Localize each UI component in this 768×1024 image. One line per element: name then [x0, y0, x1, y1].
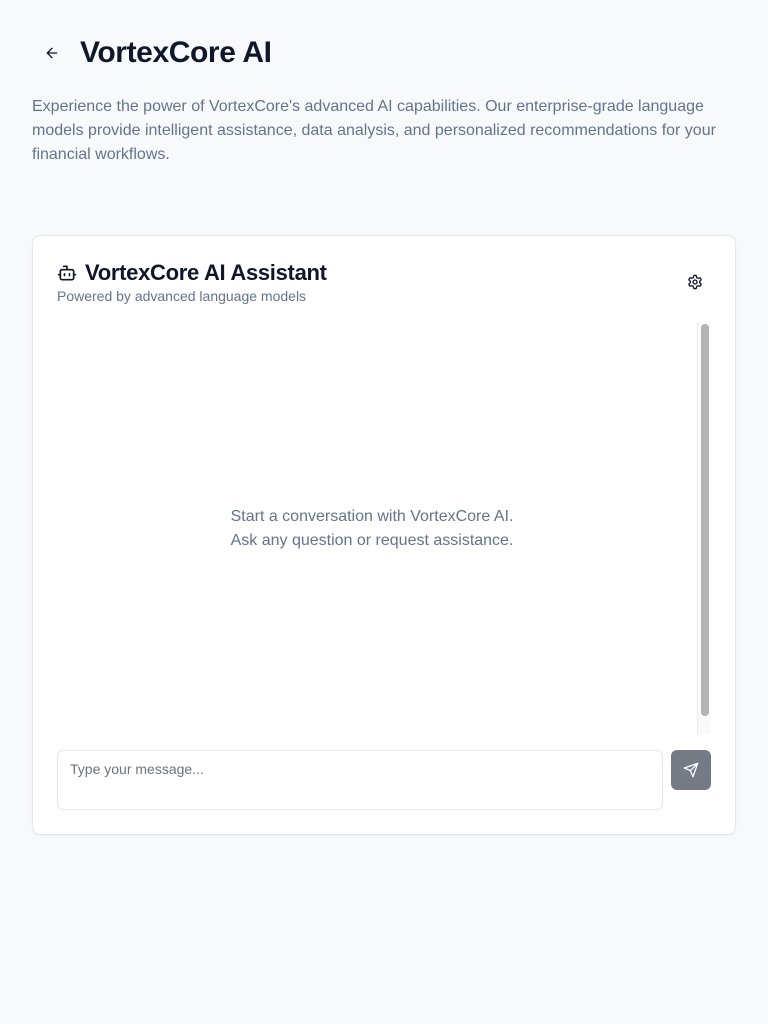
arrow-left-icon: [46, 47, 58, 59]
settings-button[interactable]: [679, 272, 711, 292]
empty-state-line-2: Ask any question or request assistance.: [230, 532, 514, 549]
page: VortexCore AI Experience the power of Vo…: [0, 27, 768, 1024]
send-icon: [683, 762, 699, 778]
empty-state-line-1: Start a conversation with VortexCore AI.: [230, 508, 514, 525]
page-title: VortexCore AI: [80, 36, 272, 69]
page-header: VortexCore AI: [32, 27, 736, 79]
message-input[interactable]: [57, 750, 663, 810]
message-composer: [57, 750, 711, 810]
assistant-card: VortexCore AI Assistant Powered by advan…: [32, 235, 736, 835]
messages-area[interactable]: Start a conversation with VortexCore AI.…: [57, 322, 711, 734]
scrollbar-thumb[interactable]: [701, 324, 709, 716]
send-button[interactable]: [671, 750, 711, 790]
assistant-card-header: VortexCore AI Assistant Powered by advan…: [57, 260, 711, 306]
gear-icon: [688, 274, 702, 290]
empty-state-message: Start a conversation with VortexCore AI.…: [57, 505, 687, 553]
assistant-title-row: VortexCore AI Assistant: [57, 260, 711, 286]
assistant-subtitle: Powered by advanced language models: [57, 288, 307, 304]
back-button[interactable]: [32, 33, 72, 73]
assistant-title: VortexCore AI Assistant: [85, 260, 327, 285]
page-description: Experience the power of VortexCore's adv…: [32, 98, 716, 163]
bot-icon: [57, 263, 77, 283]
messages-scrollbar[interactable]: [697, 322, 711, 734]
